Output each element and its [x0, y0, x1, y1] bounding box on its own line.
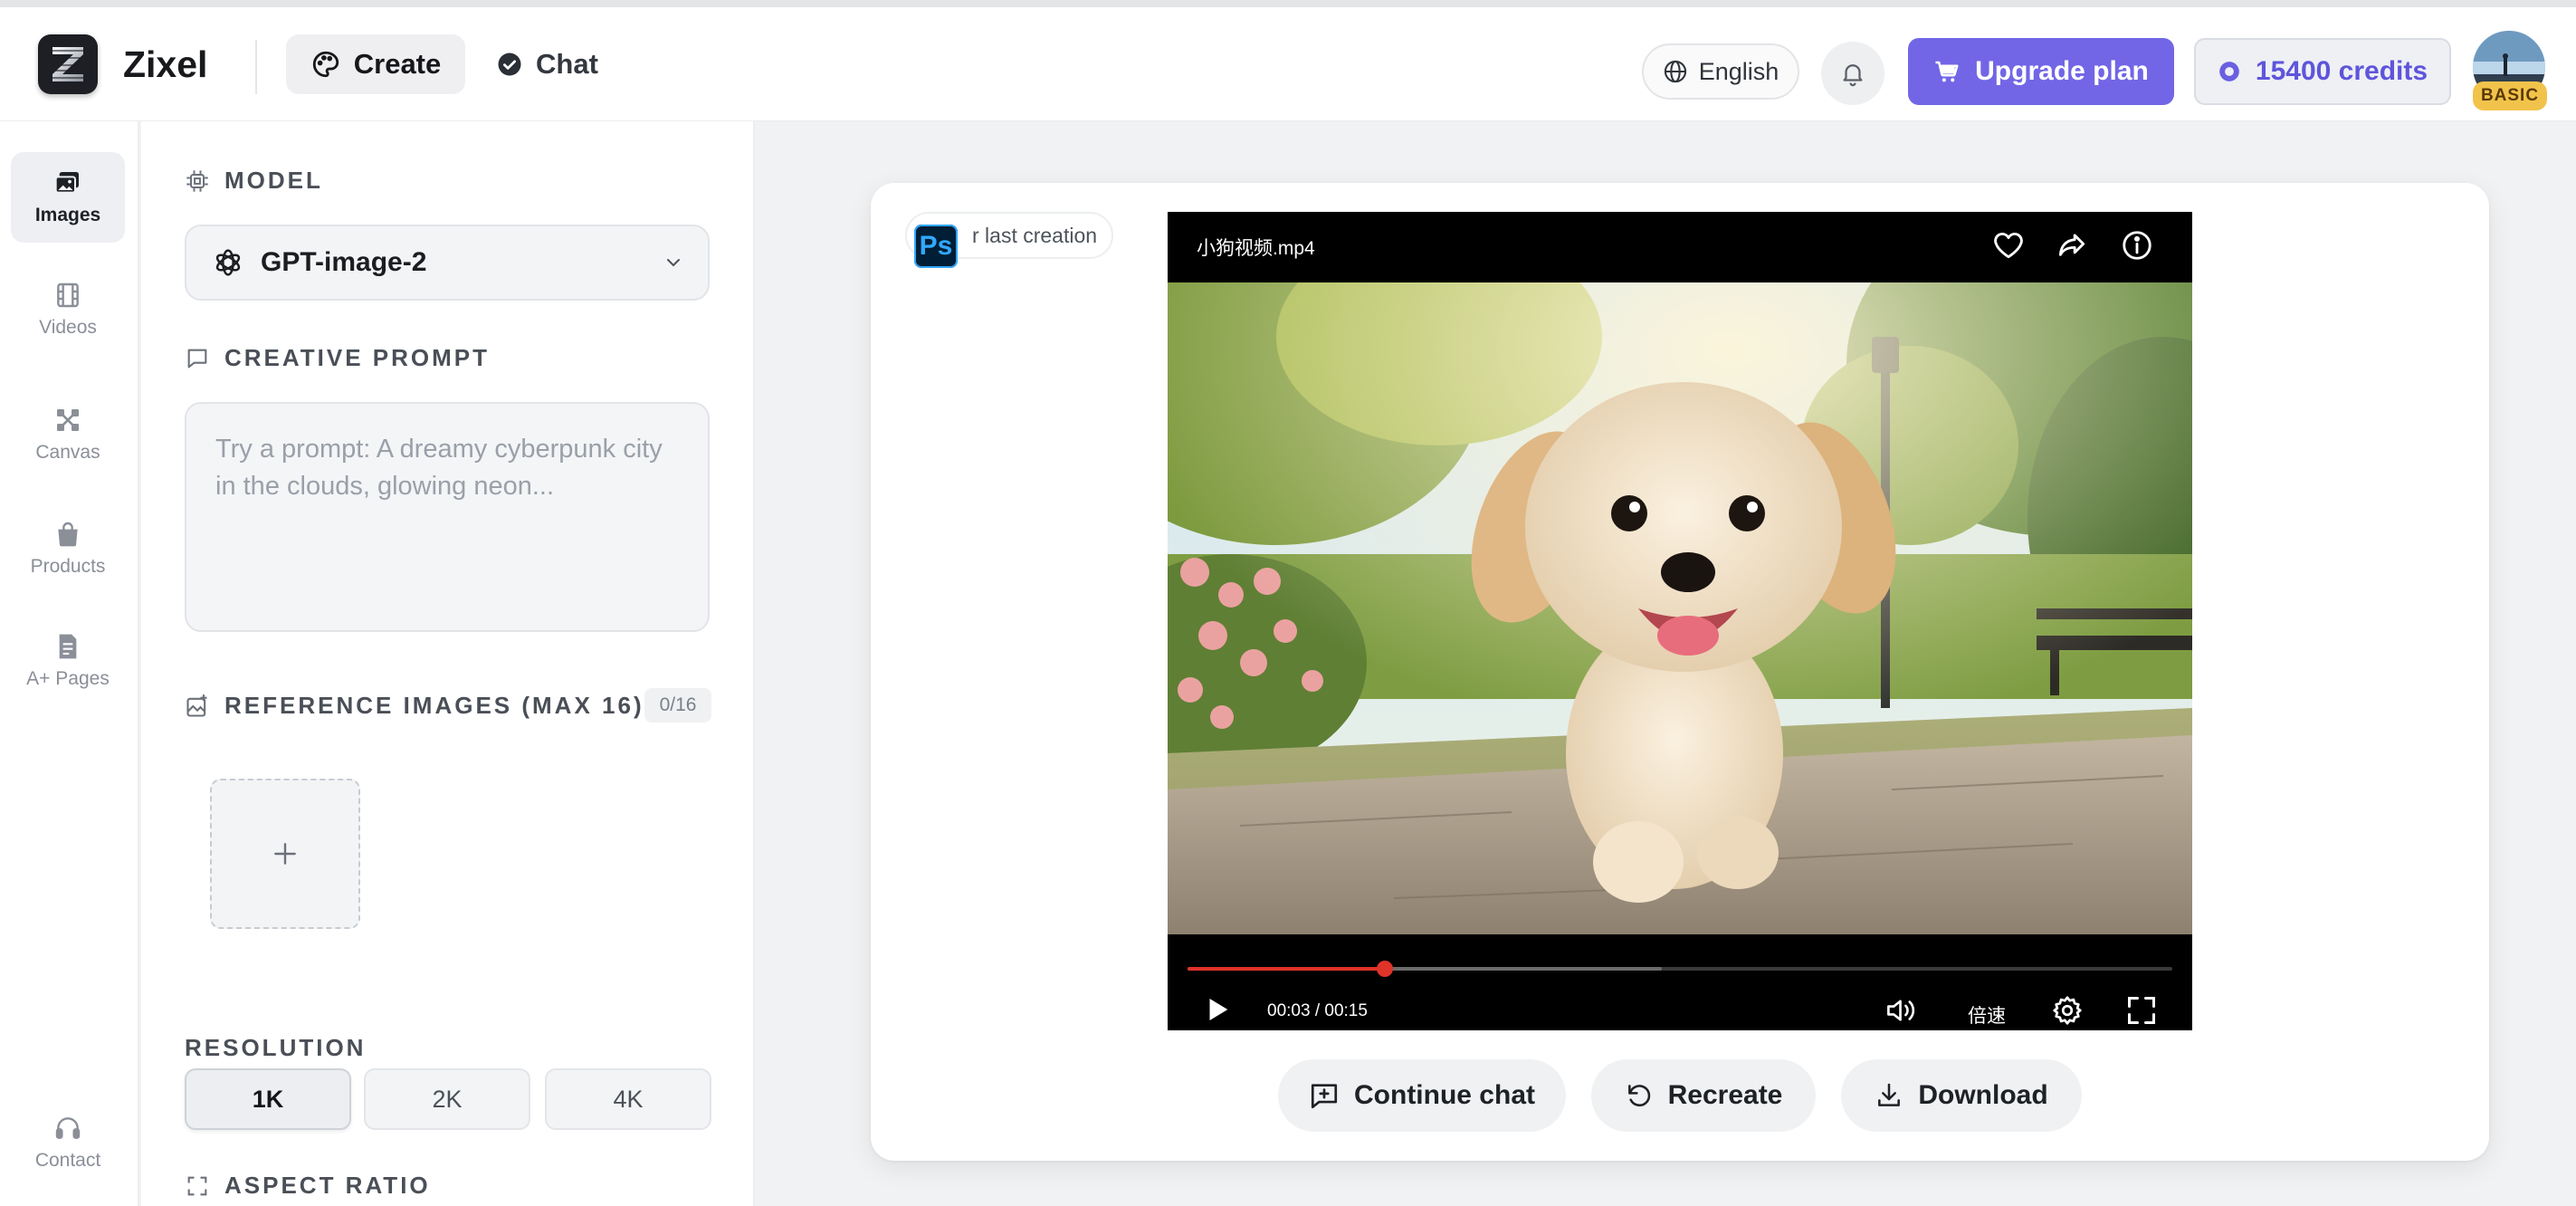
last-creation-label: r last creation [972, 223, 1098, 247]
aspect-ratio-heading: ASPECT RATIO [185, 1172, 431, 1200]
rotate-ccw-icon [1625, 1081, 1654, 1110]
video-filename: 小狗视频.mp4 [1197, 238, 1315, 259]
nav-create-tab[interactable]: Create [286, 34, 465, 94]
film-icon [53, 281, 82, 310]
model-select[interactable]: GPT-image-2 [185, 225, 710, 301]
plan-badge: BASIC [2473, 81, 2547, 110]
aspect-ratio-heading-label: ASPECT RATIO [224, 1172, 431, 1199]
rail-item-a-plus-pages[interactable]: A+ Pages [11, 616, 125, 706]
rail-item-videos[interactable]: Videos [11, 264, 125, 355]
model-heading: MODEL [185, 167, 323, 195]
notifications-button[interactable] [1821, 42, 1884, 105]
contact-button[interactable]: Contact [11, 1097, 125, 1188]
resolution-4k-button[interactable]: 4K [545, 1068, 711, 1130]
rail-item-label: Canvas [35, 442, 100, 463]
prompt-placeholder: Try a prompt: A dreamy cyberpunk city in… [215, 435, 663, 501]
playback-speed-button[interactable]: 倍速 [1968, 1001, 2006, 1029]
zixel-logo-icon[interactable] [38, 34, 98, 94]
nav-chat-label: Chat [536, 48, 598, 80]
reference-heading: REFERENCE IMAGES (MAX 16) [185, 692, 644, 720]
continue-chat-label: Continue chat [1354, 1080, 1535, 1110]
recreate-button[interactable]: Recreate [1591, 1059, 1816, 1132]
resolution-2k-button[interactable]: 2K [364, 1068, 530, 1130]
volume-icon[interactable] [1884, 994, 1919, 1027]
credits-label: 15400 credits [2255, 56, 2428, 86]
rail-item-images[interactable]: Images [11, 152, 125, 243]
globe-icon [1663, 59, 1688, 84]
rail-item-canvas[interactable]: Canvas [11, 389, 125, 480]
openai-icon [210, 244, 246, 281]
bell-icon [1839, 60, 1866, 87]
player-controls: 00:03 / 00:15 倍速 [1168, 934, 2192, 1030]
model-heading-label: MODEL [224, 167, 323, 194]
share-icon[interactable] [2055, 228, 2089, 263]
chat-bubble-icon [496, 51, 523, 78]
play-icon[interactable] [1202, 994, 1233, 1025]
rail-item-label: Videos [39, 317, 97, 338]
rail-item-products[interactable]: Products [11, 503, 125, 594]
settings-gear-icon[interactable] [2051, 994, 2084, 1027]
left-rail: Images Videos Canvas Products A+ Pages C… [0, 121, 139, 1206]
rail-item-label: A+ Pages [26, 668, 110, 689]
nav-chat-tab[interactable]: Chat [496, 34, 614, 94]
reference-heading-label: REFERENCE IMAGES (MAX 16) [224, 692, 644, 719]
resolution-heading-label: RESOLUTION [185, 1034, 367, 1061]
language-label: English [1698, 57, 1779, 85]
plus-icon [271, 839, 300, 868]
message-plus-icon [1309, 1080, 1340, 1111]
add-reference-image-button[interactable] [210, 779, 360, 929]
chip-icon [185, 168, 210, 194]
rail-item-label: Products [30, 556, 106, 577]
download-label: Download [1918, 1080, 2048, 1110]
document-icon [53, 632, 82, 661]
download-icon [1875, 1081, 1903, 1110]
message-square-icon [185, 346, 210, 371]
credits-button[interactable]: 15400 credits [2194, 38, 2451, 105]
credits-coin-icon [2218, 60, 2241, 83]
download-button[interactable]: Download [1841, 1059, 2082, 1132]
progress-played [1188, 967, 1385, 971]
header-divider [255, 40, 257, 94]
headset-icon [53, 1114, 82, 1143]
reference-count-badge: 0/16 [644, 688, 711, 723]
fullscreen-icon[interactable] [2125, 994, 2158, 1027]
video-player[interactable]: 小狗视频.mp4 00:03 / 00:15 倍速 [1168, 212, 2192, 1030]
canvas-icon [53, 406, 82, 435]
info-icon[interactable] [2120, 228, 2154, 263]
upgrade-plan-label: Upgrade plan [1975, 56, 2149, 86]
contact-label: Contact [34, 1150, 101, 1171]
prompt-heading: CREATIVE PROMPT [185, 344, 490, 372]
image-plus-icon [185, 694, 210, 719]
resolution-1k-button[interactable]: 1K [185, 1068, 351, 1130]
recreate-label: Recreate [1667, 1080, 1783, 1110]
chevron-down-icon [663, 252, 684, 273]
time-display: 00:03 / 00:15 [1267, 1001, 1368, 1020]
continue-chat-button[interactable]: Continue chat [1278, 1059, 1566, 1132]
rail-item-label: Images [34, 205, 101, 225]
brand-name: Zixel [123, 43, 208, 85]
prompt-textarea[interactable]: Try a prompt: A dreamy cyberpunk city in… [185, 402, 710, 632]
shopping-bag-icon [53, 520, 82, 549]
model-value: GPT-image-2 [261, 247, 427, 277]
images-icon [53, 168, 82, 197]
palette-icon [310, 49, 341, 80]
photoshop-icon[interactable]: Ps [914, 225, 958, 268]
heart-icon[interactable] [1991, 228, 2026, 263]
prompt-heading-label: CREATIVE PROMPT [224, 344, 490, 371]
language-selector[interactable]: English [1642, 43, 1799, 100]
settings-panel: MODEL GPT-image-2 CREATIVE PROMPT Try a … [141, 121, 755, 1206]
expand-frame-icon [185, 1173, 210, 1199]
video-frame[interactable] [1168, 282, 2192, 934]
upgrade-plan-button[interactable]: Upgrade plan [1908, 38, 2174, 105]
progress-handle[interactable] [1376, 961, 1393, 977]
top-bar: Zixel Create Chat English Upgrade plan 1… [0, 0, 2576, 121]
cart-icon [1933, 58, 1961, 85]
nav-create-label: Create [353, 48, 442, 80]
resolution-heading: RESOLUTION [185, 1034, 366, 1062]
player-title-bar: 小狗视频.mp4 [1168, 212, 2192, 282]
